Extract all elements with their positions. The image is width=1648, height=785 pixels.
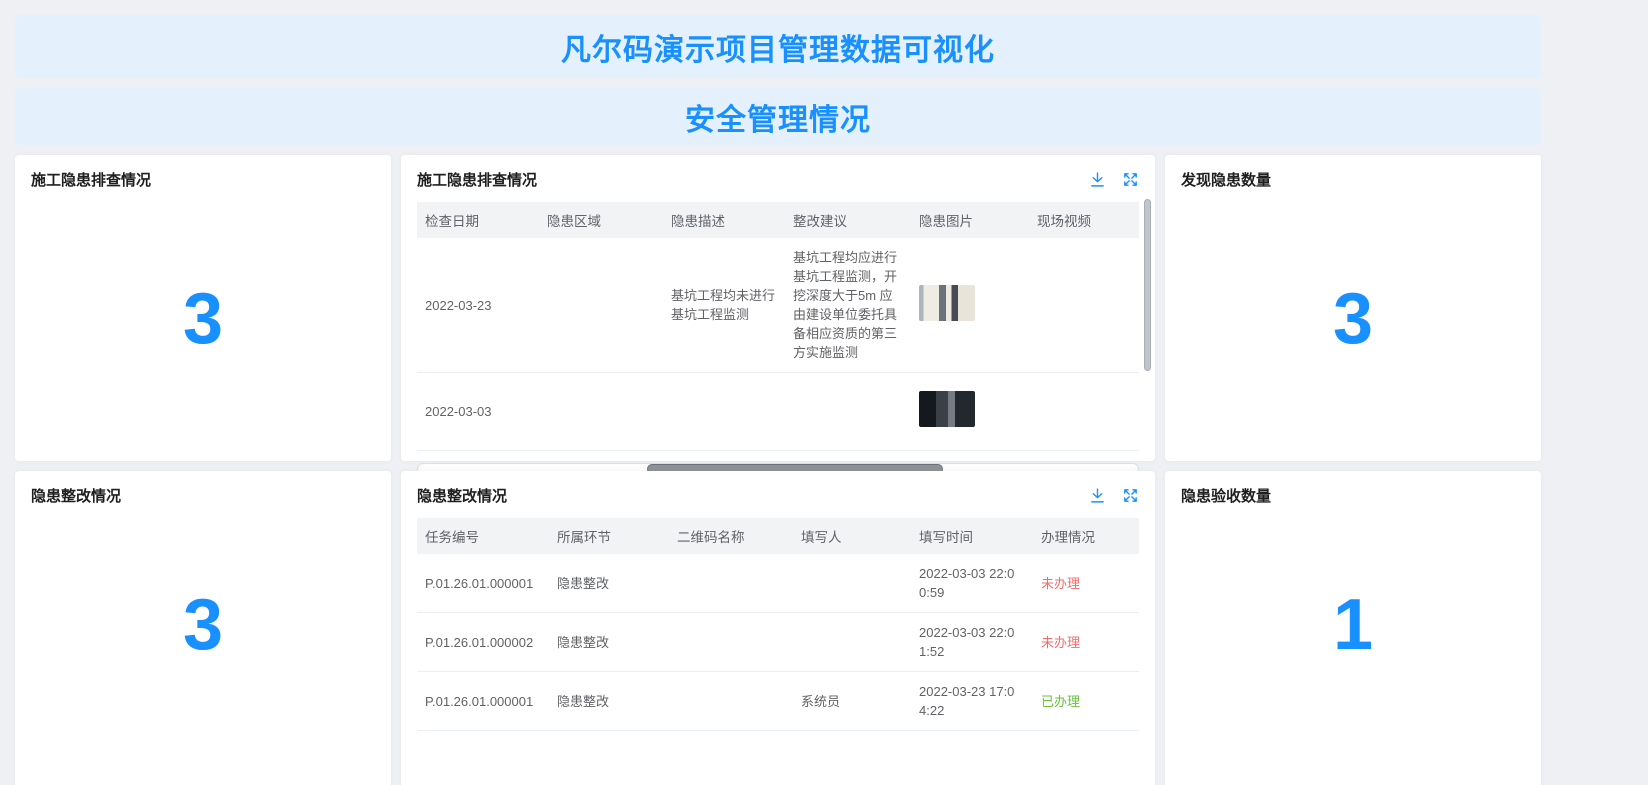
download-icon[interactable] [1089,171,1106,188]
inspection-table: 检查日期 隐患区域 隐患描述 整改建议 隐患图片 现场视频 2022-03-23… [417,202,1139,451]
status-badge: 未办理 [1033,612,1139,672]
cell-qr-name [669,554,793,613]
inspection-table-row: 2022-03-23 基坑工程均未进行基坑工程监测 基坑工程均应进行基坑工程监测… [417,238,1139,373]
cell-hazard-area [539,238,663,373]
cell-suggestion [785,372,911,451]
status-badge: 已办理 [1033,671,1139,731]
cell-hazard-image [911,372,1029,451]
fullscreen-expand-icon[interactable] [1122,171,1139,188]
cell-fill-time: 2022-03-03 22:01:52 [911,612,1033,672]
cell-site-video [1029,238,1139,373]
cell-hazard-area [539,372,663,451]
inspection-table-header-row: 检查日期 隐患区域 隐患描述 整改建议 隐患图片 现场视频 [417,202,1139,238]
column-header-status: 办理情况 [1033,518,1139,554]
cell-site-video [1029,372,1139,451]
column-header-task-no: 任务编号 [417,518,549,554]
cell-stage: 隐患整改 [549,554,669,613]
row-rectification: 隐患整改情况 3 隐患整改情况 任务编号 所属环节 二维码名称 填写人 填写时间… [15,471,1541,785]
cell-task-no: P.01.26.01.000002 [417,612,549,672]
column-header-stage: 所属环节 [549,518,669,554]
stat-card-inspection-count: 施工隐患排查情况 3 [15,155,391,461]
stat-value-wrap: 1 [1181,506,1525,785]
cell-task-no: P.01.26.01.000001 [417,671,549,731]
stat-card-title: 发现隐患数量 [1181,172,1272,189]
dashboard: 凡尔码演示项目管理数据可视化 安全管理情况 施工隐患排查情况 3 施工隐患排查情… [15,15,1541,785]
status-badge: 未办理 [1033,554,1139,613]
cell-check-date: 2022-03-23 [417,238,539,373]
stat-card-acceptance-count: 隐患验收数量 1 [1165,471,1541,785]
cell-filler: 系统员 [793,671,911,731]
inspection-table-title: 施工隐患排查情况 [417,172,538,189]
stat-card-rectify-count: 隐患整改情况 3 [15,471,391,785]
cell-hazard-desc [663,372,785,451]
column-header-hazard-image: 隐患图片 [911,202,1029,238]
page-title: 凡尔码演示项目管理数据可视化 [561,33,995,67]
rectify-table-row: P.01.26.01.000002 隐患整改 2022-03-03 22:01:… [417,612,1139,672]
cell-hazard-image [911,238,1029,373]
fullscreen-expand-icon[interactable] [1122,487,1139,504]
column-header-filler: 填写人 [793,518,911,554]
inspection-table-card: 施工隐患排查情况 检查日期 隐患区域 隐患描述 整改建议 隐患图片 现场视频 2… [401,155,1155,475]
card-header: 隐患整改情况 [417,485,1139,506]
cell-fill-time: 2022-03-03 22:00:59 [911,554,1033,613]
stat-value-inspection: 3 [182,278,224,359]
hazard-image-thumbnail[interactable] [919,284,975,321]
vertical-scrollbar-thumb[interactable] [1144,199,1151,371]
section-title: 安全管理情况 [685,103,871,137]
column-header-hazard-area: 隐患区域 [539,202,663,238]
cell-task-no: P.01.26.01.000001 [417,554,549,613]
stat-value-wrap: 3 [31,190,375,447]
stat-card-title: 隐患整改情况 [31,488,122,505]
cell-suggestion: 基坑工程均应进行基坑工程监测，开挖深度大于5m 应由建设单位委托具备相应资质的第… [785,238,911,373]
column-header-site-video: 现场视频 [1029,202,1139,238]
cell-hazard-desc: 基坑工程均未进行基坑工程监测 [663,238,785,373]
stat-card-title: 隐患验收数量 [1181,488,1272,505]
stat-card-title: 施工隐患排查情况 [31,172,152,189]
column-header-qr-name: 二维码名称 [669,518,793,554]
stat-value-found-hazards: 3 [1332,278,1374,359]
hazard-image-thumbnail[interactable] [919,391,975,427]
stat-card-found-hazards: 发现隐患数量 3 [1165,155,1541,461]
column-header-check-date: 检查日期 [417,202,539,238]
rectify-table-header-row: 任务编号 所属环节 二维码名称 填写人 填写时间 办理情况 [417,518,1139,554]
cell-check-date: 2022-03-03 [417,372,539,451]
cell-stage: 隐患整改 [549,671,669,731]
cell-filler [793,554,911,613]
cell-filler [793,612,911,672]
stat-value-wrap: 3 [1181,190,1525,447]
stat-value-rectify: 3 [182,584,224,665]
column-header-fill-time: 填写时间 [911,518,1033,554]
cell-stage: 隐患整改 [549,612,669,672]
rectify-table-title: 隐患整改情况 [417,488,508,505]
cell-fill-time: 2022-03-23 17:04:22 [911,671,1033,731]
column-header-hazard-desc: 隐患描述 [663,202,785,238]
inspection-table-row: 2022-03-03 [417,372,1139,451]
card-toolbar [1089,171,1139,188]
column-header-suggestion: 整改建议 [785,202,911,238]
card-toolbar [1089,487,1139,504]
download-icon[interactable] [1089,487,1106,504]
rectify-table-row: P.01.26.01.000001 隐患整改 系统员 2022-03-23 17… [417,671,1139,731]
card-header: 施工隐患排查情况 [417,169,1139,190]
stat-value-acceptance: 1 [1332,584,1374,665]
main-title-banner: 凡尔码演示项目管理数据可视化 [15,15,1541,78]
section-title-banner: 安全管理情况 [15,88,1541,145]
row-inspection: 施工隐患排查情况 3 施工隐患排查情况 检查日期 隐患区域 隐患描述 整改建议 … [15,155,1541,475]
cell-qr-name [669,671,793,731]
rectify-table-row: P.01.26.01.000001 隐患整改 2022-03-03 22:00:… [417,554,1139,613]
rectify-table: 任务编号 所属环节 二维码名称 填写人 填写时间 办理情况 P.01.26.01… [417,518,1139,731]
cell-qr-name [669,612,793,672]
rectify-table-card: 隐患整改情况 任务编号 所属环节 二维码名称 填写人 填写时间 办理情况 P.0… [401,471,1155,785]
stat-value-wrap: 3 [31,506,375,785]
